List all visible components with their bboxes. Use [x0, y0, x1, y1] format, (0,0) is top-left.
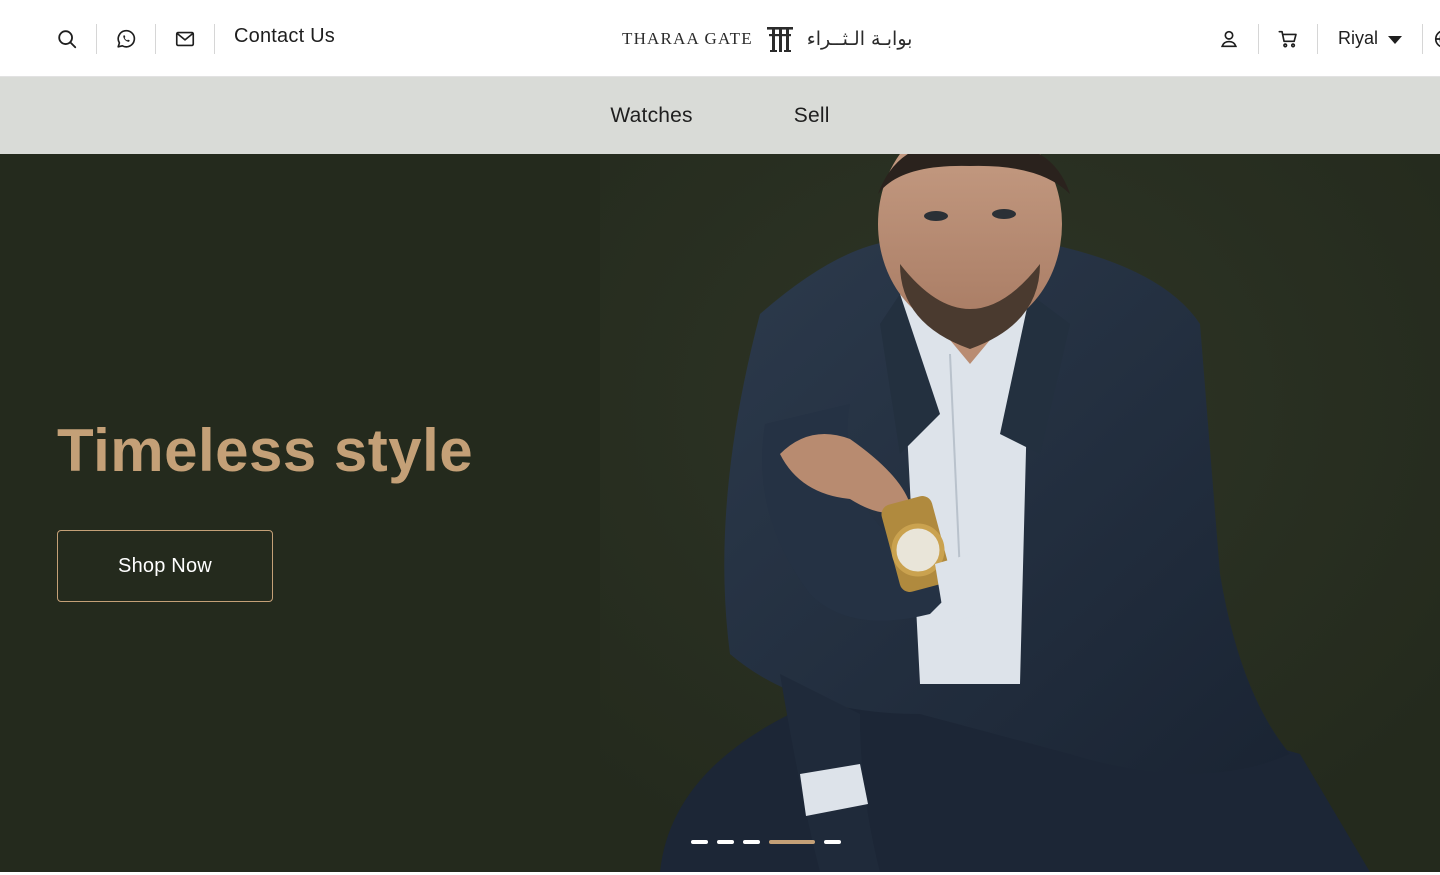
shop-now-button[interactable]: Shop Now — [57, 530, 273, 602]
nav-item-watches[interactable]: Watches — [610, 104, 692, 128]
language-button[interactable] — [1429, 28, 1440, 50]
divider — [96, 23, 97, 54]
slider-dot[interactable] — [717, 840, 734, 844]
header-left-group: Contact Us — [44, 0, 335, 77]
divider — [155, 23, 156, 54]
logo-monogram-icon — [765, 24, 795, 54]
header-right-group: Riyal — [1206, 0, 1440, 77]
whatsapp-icon — [115, 28, 137, 50]
slider-pagination — [691, 840, 841, 844]
contact-us-link[interactable]: Contact Us — [221, 25, 335, 48]
nav-item-sell[interactable]: Sell — [750, 104, 830, 128]
divider — [1422, 23, 1424, 54]
logo-text-ar: بوابـة الـثــراء — [806, 28, 913, 50]
slider-dot-active[interactable] — [769, 840, 815, 844]
globe-icon — [1433, 28, 1440, 50]
search-button[interactable] — [44, 19, 90, 59]
account-button[interactable] — [1206, 19, 1252, 59]
mail-icon — [174, 28, 196, 50]
user-icon — [1218, 28, 1240, 50]
cart-icon — [1277, 28, 1299, 50]
divider — [1317, 23, 1318, 54]
divider — [1258, 23, 1259, 54]
search-icon — [56, 28, 78, 50]
main-nav: Watches Sell — [0, 77, 1440, 154]
divider — [214, 23, 215, 54]
cart-button[interactable] — [1265, 19, 1311, 59]
hero-banner: Timeless style Shop Now — [0, 154, 1440, 872]
currency-selector[interactable]: Riyal — [1324, 28, 1416, 49]
mail-button[interactable] — [162, 19, 208, 59]
logo-text-en: THARAA GATE — [622, 29, 753, 48]
top-header: Contact Us THARAA GATE بوابـة الـثــراء … — [0, 0, 1440, 77]
brand-logo[interactable]: THARAA GATE بوابـة الـثــراء — [622, 22, 912, 56]
hero-title: Timeless style — [57, 417, 474, 484]
slider-dot[interactable] — [743, 840, 760, 844]
slider-dot[interactable] — [691, 840, 708, 844]
hero-model-image — [600, 154, 1440, 872]
caret-down-icon — [1388, 35, 1403, 44]
slider-dot[interactable] — [824, 840, 841, 844]
whatsapp-button[interactable] — [103, 19, 149, 59]
currency-label: Riyal — [1338, 28, 1379, 48]
